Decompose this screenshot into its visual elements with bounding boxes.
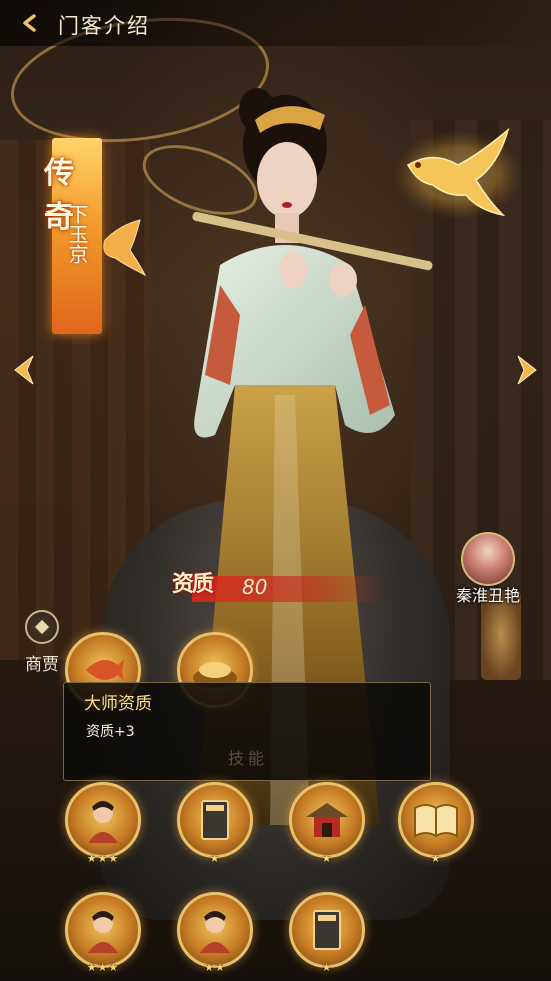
quality-label: 资质 bbox=[172, 571, 214, 597]
skill-warrior-3[interactable] bbox=[177, 892, 253, 968]
avatar bbox=[461, 532, 515, 586]
tooltip-title: 大师资质 bbox=[84, 694, 152, 714]
skill-stars: ★ bbox=[321, 852, 333, 865]
skill-stars: ★★★ bbox=[86, 961, 120, 974]
skill-stars: ★ bbox=[430, 852, 442, 865]
faction-label: 商贾 bbox=[25, 655, 59, 675]
previous-hero-button[interactable] bbox=[4, 348, 44, 392]
scroll-book-icon bbox=[180, 785, 250, 855]
scroll-book-icon bbox=[292, 895, 362, 965]
skill-scroll-book-1[interactable] bbox=[177, 782, 253, 858]
chevron-right-icon bbox=[517, 355, 537, 385]
back-button[interactable] bbox=[10, 6, 50, 40]
chevron-left-icon bbox=[14, 355, 34, 385]
tooltip-description: 资质+3 bbox=[86, 724, 135, 740]
warrior-portrait-icon bbox=[68, 785, 138, 855]
skill-stars: ★★ bbox=[204, 961, 226, 974]
warrior-portrait-icon bbox=[180, 895, 250, 965]
rarity-banner: 传奇 下玉京 bbox=[44, 138, 102, 334]
tooltip-faded-label: 技能 bbox=[227, 749, 268, 768]
warrior-portrait-icon bbox=[68, 895, 138, 965]
skill-pavilion[interactable] bbox=[289, 782, 365, 858]
golden-bird-icon bbox=[103, 219, 147, 277]
skill-warrior-2[interactable] bbox=[65, 892, 141, 968]
pavilion-icon bbox=[292, 785, 362, 855]
hero-name: 下玉京 bbox=[65, 204, 89, 264]
skill-warrior-1[interactable] bbox=[65, 782, 141, 858]
partner-portrait[interactable]: 秦淮丑艳 bbox=[438, 532, 538, 606]
open-book-icon bbox=[401, 785, 471, 855]
next-hero-button[interactable] bbox=[507, 348, 547, 392]
skill-tooltip: 大师资质 资质+3 技能 bbox=[63, 682, 431, 781]
quality-value: 80 bbox=[242, 575, 268, 599]
skill-stars: ★ bbox=[321, 961, 333, 974]
top-bar: 门客介绍 bbox=[0, 0, 551, 46]
quality-bar bbox=[192, 576, 386, 602]
skill-open-book[interactable] bbox=[398, 782, 474, 858]
quality-indicator: 资质 80 bbox=[172, 571, 386, 606]
coin-icon bbox=[25, 610, 59, 644]
faction-badge[interactable]: 商贾 bbox=[20, 610, 64, 675]
skill-stars: ★★★ bbox=[86, 852, 120, 865]
skill-scroll-book-2[interactable] bbox=[289, 892, 365, 968]
skill-stars: ★ bbox=[209, 852, 221, 865]
back-arrow-icon bbox=[23, 14, 36, 32]
partner-name: 秦淮丑艳 bbox=[455, 586, 520, 605]
page-title: 门客介绍 bbox=[58, 14, 150, 38]
